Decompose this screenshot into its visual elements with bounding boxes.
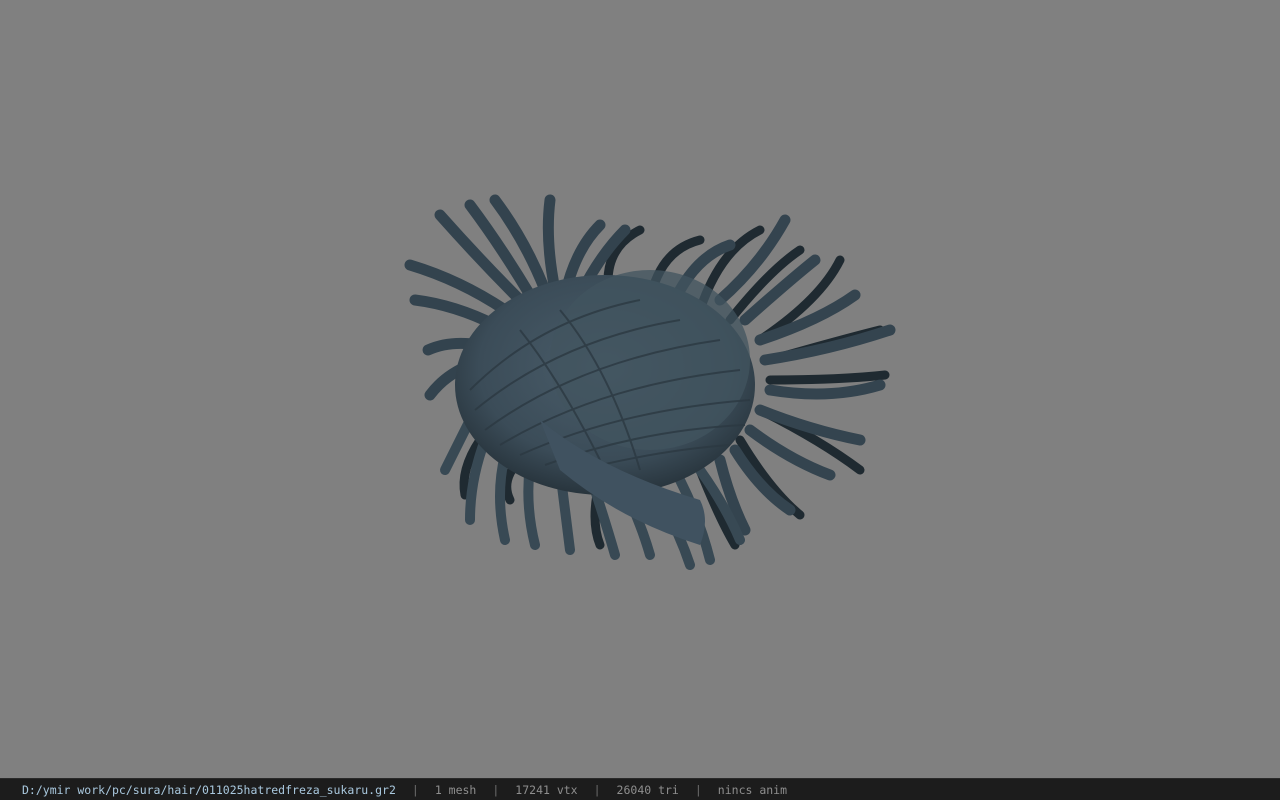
status-bar: D:/ymir work/pc/sura/hair/011025hatredfr…: [0, 778, 1280, 800]
separator: |: [492, 782, 500, 797]
hair-mesh-icon: [404, 194, 896, 570]
3d-viewport[interactable]: [0, 0, 1280, 778]
file-path: D:/ymir work/pc/sura/hair/011025hatredfr…: [22, 782, 396, 797]
mesh-count: 1 mesh: [434, 782, 477, 797]
triangle-count: 26040 tri: [616, 782, 679, 797]
separator: |: [593, 782, 601, 797]
anim-info: nincs anim: [717, 782, 788, 797]
vertex-count: 17241 vtx: [515, 782, 578, 797]
separator: |: [411, 782, 419, 797]
separator: |: [694, 782, 702, 797]
